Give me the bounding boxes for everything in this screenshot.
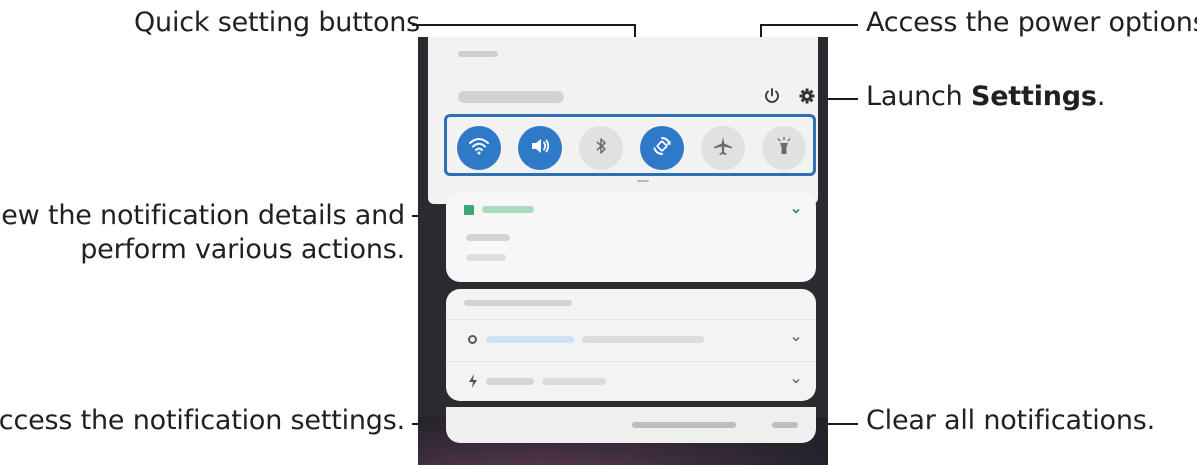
power-icon[interactable] [759,83,785,109]
callout-notification-details-line1: View the notification details and [0,200,405,231]
gear-icon[interactable] [794,83,820,109]
notification-card-group [446,289,816,401]
sound-button[interactable] [518,126,562,170]
airplane-icon [712,135,734,161]
bluetooth-button[interactable] [579,126,623,170]
flashlight-button[interactable] [762,126,806,170]
callout-notification-details: View the notification details and perfor… [0,199,405,267]
chevron-down-icon[interactable] [790,375,802,387]
bluetooth-icon [591,136,611,160]
chevron-down-icon[interactable] [790,205,802,217]
callout-clear-all: Clear all notifications. [866,405,1156,436]
callout-launch-settings: Launch Settings. [866,80,1105,114]
notification-app-name [482,206,534,213]
calendar-icon [464,205,474,215]
callout-notification-details-line2: perform various actions. [80,234,405,265]
quick-settings-row [444,114,816,176]
rotate-icon [650,134,674,162]
clock-text [458,51,498,57]
callout-settings-bold: Settings [970,81,1097,112]
notification-row[interactable] [446,362,816,400]
date-text [458,91,564,103]
leader-line-quick-settings [412,24,636,26]
callout-launch-prefix: Launch [866,81,971,112]
notification-settings-button[interactable] [632,422,736,428]
auto-rotate-button[interactable] [640,126,684,170]
notification-footer [446,407,816,443]
panel-drag-handle[interactable] [637,180,649,182]
callout-quick-settings: Quick setting buttons [134,7,421,38]
callout-launch-suffix: . [1096,81,1106,112]
wifi-icon [467,134,491,162]
chevron-down-icon[interactable] [790,333,802,345]
notification-card-calendar[interactable] [446,192,816,282]
callout-notification-settings: Access the notification settings. [0,405,405,436]
quick-panel [428,37,818,204]
charging-icon [468,374,478,388]
notification-row-subtext [582,336,704,343]
notification-row-subtext [542,378,606,385]
notification-row[interactable] [446,320,816,358]
wifi-button[interactable] [457,126,501,170]
phone-screen [418,37,828,465]
notification-row-text [486,378,534,385]
target-icon [468,335,477,344]
group-header [464,300,572,306]
airplane-mode-button[interactable] [701,126,745,170]
notification-body [466,254,506,261]
callout-power-options: Access the power options. [866,7,1197,38]
leader-line-power [760,24,858,26]
speaker-icon [528,134,552,162]
flashlight-icon [773,135,795,161]
notification-title [466,234,510,241]
clear-button[interactable] [772,422,798,428]
notification-row-text [486,336,574,343]
